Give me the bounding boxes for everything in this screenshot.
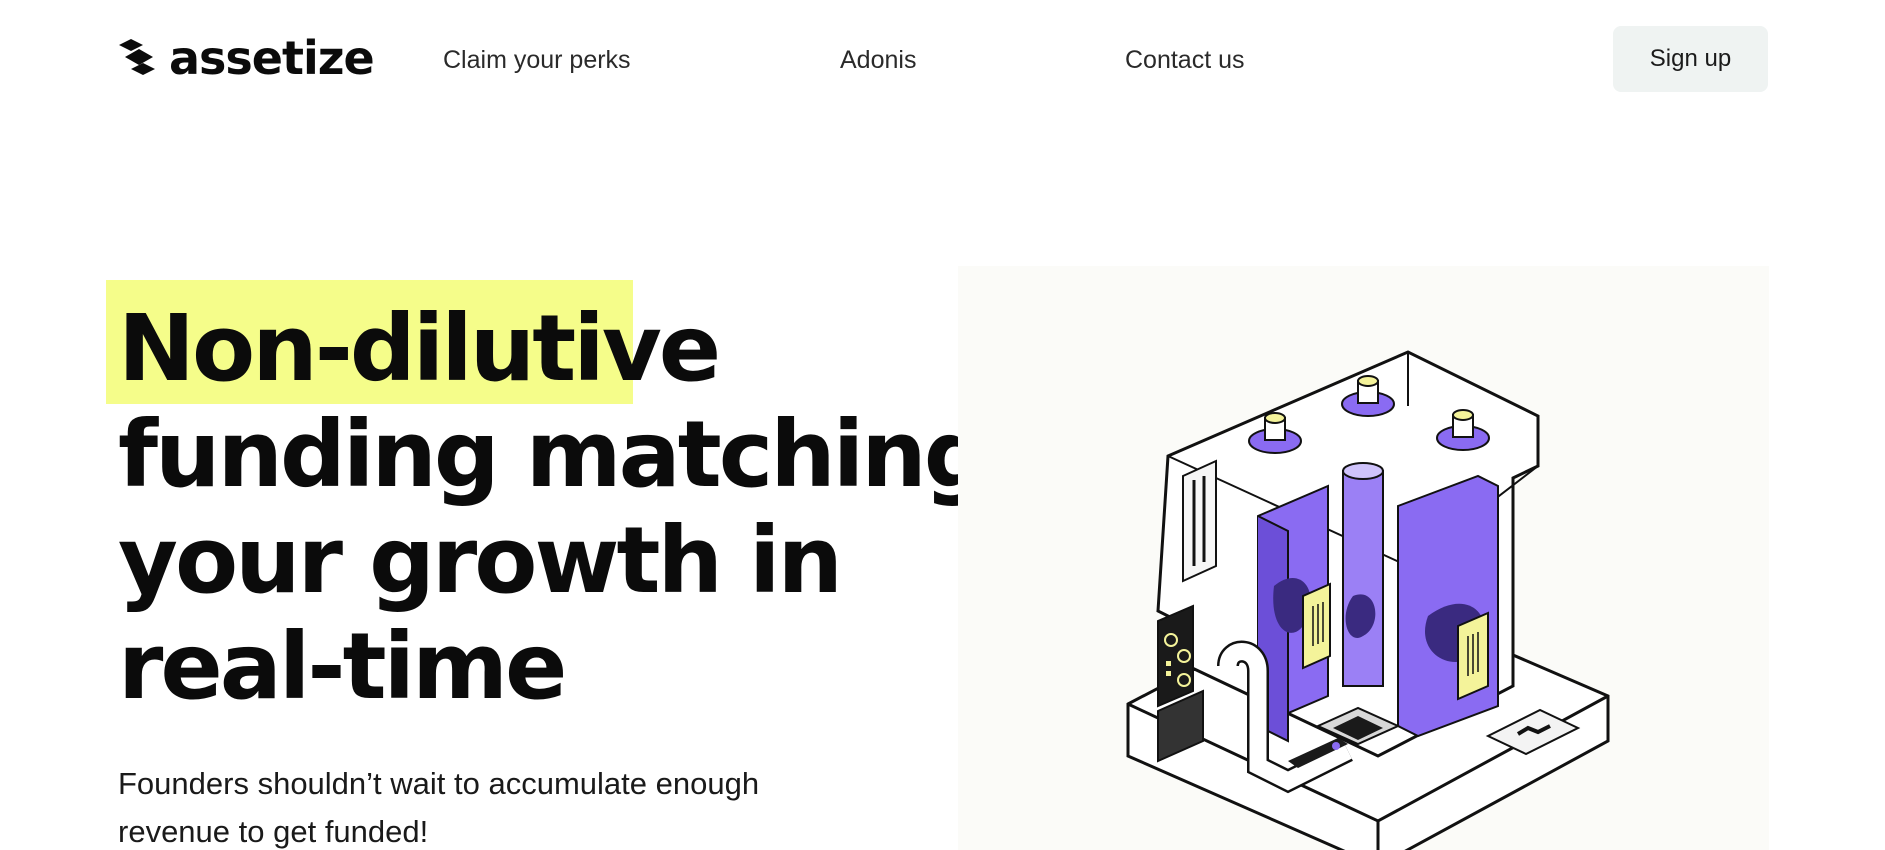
- signup-button[interactable]: Sign up: [1613, 26, 1768, 92]
- machine-icon: [1126, 350, 1610, 850]
- site-header: assetize Claim your perks Adonis Contact…: [0, 0, 1885, 120]
- funding-machine-illustration: [958, 266, 1769, 850]
- headline-line-3: your growth in: [118, 507, 843, 614]
- brand-logo[interactable]: assetize: [117, 31, 375, 85]
- nav-adonis[interactable]: Adonis: [840, 44, 916, 76]
- assetize-logo-icon: [119, 39, 155, 75]
- headline-line-4: real-time: [118, 613, 567, 720]
- hero-headline: Non-dilutive funding matching your growt…: [118, 295, 990, 720]
- headline-line-2: funding matching: [118, 401, 990, 508]
- nav-claim-perks[interactable]: Claim your perks: [443, 44, 631, 76]
- headline-line-1: Non-dilutive: [118, 295, 721, 402]
- brand-name: assetize: [169, 31, 375, 85]
- nav-contact-us[interactable]: Contact us: [1125, 44, 1245, 76]
- hero-subtext: Founders shouldn’t wait to accumulate en…: [118, 766, 760, 849]
